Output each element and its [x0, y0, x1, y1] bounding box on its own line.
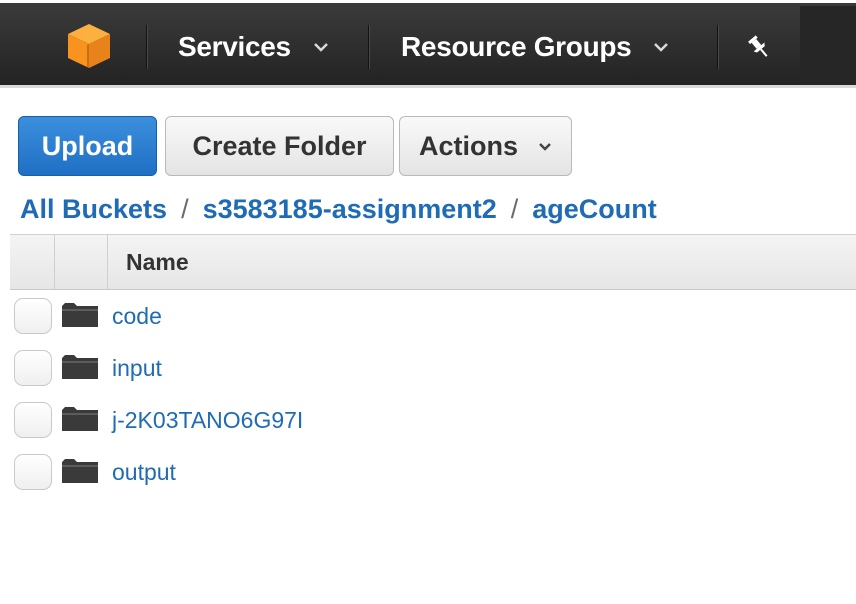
breadcrumb-separator: / [510, 193, 519, 224]
actions-button[interactable]: Actions [399, 116, 572, 176]
breadcrumb-folder[interactable]: ageCount [532, 194, 657, 225]
resource-groups-label: Resource Groups [401, 31, 632, 62]
name-column-header[interactable]: Name [126, 235, 189, 289]
row-checkbox[interactable] [14, 402, 52, 438]
breadcrumb-all-buckets[interactable]: All Buckets [20, 194, 167, 225]
folder-link-output[interactable]: output [112, 456, 176, 488]
services-label: Services [178, 31, 291, 62]
create-folder-button[interactable]: Create Folder [165, 116, 394, 176]
breadcrumb: All Buckets / s3583185-assignment2 / age… [20, 190, 657, 228]
folder-icon [62, 407, 98, 431]
select-column-header [10, 235, 55, 289]
actions-label: Actions [418, 130, 518, 161]
row-checkbox[interactable] [14, 298, 52, 334]
resource-groups-menu[interactable]: Resource Groups [401, 27, 669, 67]
row-checkbox[interactable] [14, 350, 52, 386]
folder-icon [62, 303, 98, 327]
table-row: code [0, 298, 856, 350]
table-row: output [0, 454, 856, 506]
row-checkbox[interactable] [14, 454, 52, 490]
icon-column-header [55, 235, 108, 289]
folder-link-job[interactable]: j-2K03TANO6G97I [112, 404, 303, 436]
upload-button[interactable]: Upload [18, 116, 157, 176]
breadcrumb-separator: / [181, 193, 189, 224]
services-menu[interactable]: Services [178, 27, 329, 67]
nav-right-area [800, 6, 856, 85]
nav-divider [146, 25, 148, 69]
nav-divider [717, 25, 719, 69]
chevron-down-icon [654, 43, 669, 52]
folder-icon [62, 459, 98, 483]
aws-cube-icon[interactable] [66, 22, 112, 70]
pushpin-icon[interactable] [744, 32, 774, 62]
table-row: j-2K03TANO6G97I [0, 402, 856, 454]
top-navigation-bar: Services Resource Groups [0, 0, 856, 88]
folder-icon [62, 355, 98, 379]
nav-divider [368, 25, 370, 69]
table-row: input [0, 350, 856, 402]
table-header: Name [10, 234, 856, 290]
breadcrumb-bucket[interactable]: s3583185-assignment2 [203, 194, 497, 225]
folder-link-input[interactable]: input [112, 352, 162, 384]
folder-link-code[interactable]: code [112, 300, 162, 332]
chevron-down-icon [313, 43, 328, 52]
chevron-down-icon [539, 142, 551, 151]
